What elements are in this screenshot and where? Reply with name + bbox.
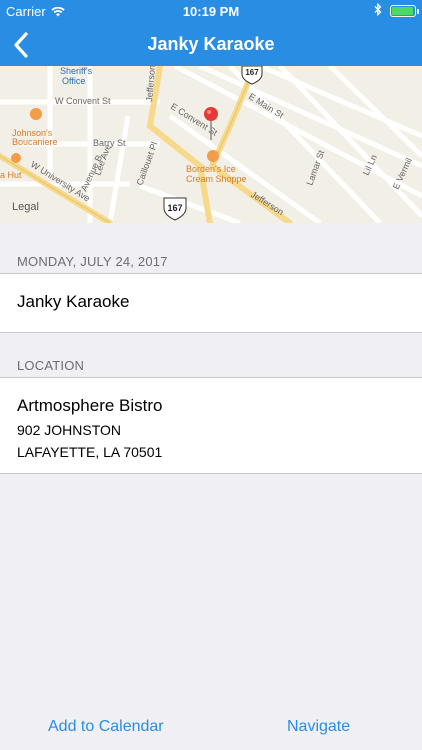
restaurant-poi-icon[interactable] (30, 108, 42, 120)
svg-text:Cream Shoppe: Cream Shoppe (186, 174, 247, 184)
navigate-button[interactable]: Navigate (287, 718, 350, 736)
event-name-cell: Janky Karaoke (0, 273, 422, 333)
route-167-shield-icon: 167 (163, 197, 187, 221)
svg-text:167: 167 (245, 68, 259, 77)
svg-text:Caillouet Pl: Caillouet Pl (134, 140, 159, 186)
bluetooth-icon (374, 3, 382, 16)
svg-text:Sheriff's: Sheriff's (60, 66, 93, 76)
navigation-bar: Carrier 10:19 PM Janky Karaoke (0, 0, 422, 66)
address-line-1: 902 JOHNSTON (17, 422, 121, 438)
location-cell: Artmosphere Bistro 902 JOHNSTON LAFAYETT… (0, 377, 422, 474)
location-pin-icon[interactable] (202, 106, 220, 142)
svg-text:a Hut: a Hut (0, 170, 22, 180)
date-header: MONDAY, JULY 24, 2017 (17, 254, 168, 269)
event-name: Janky Karaoke (17, 292, 130, 311)
map-view[interactable]: 167 167 Sheriff's Office W Convent St Jo… (0, 66, 422, 223)
svg-text:Office: Office (62, 76, 85, 86)
map-legal-link[interactable]: Legal (12, 201, 39, 213)
svg-text:167: 167 (167, 203, 182, 213)
status-bar: Carrier 10:19 PM (0, 0, 422, 22)
ice-cream-poi-icon[interactable] (207, 150, 219, 162)
venue-name: Artmosphere Bistro (17, 396, 163, 415)
add-to-calendar-button[interactable]: Add to Calendar (48, 718, 164, 736)
svg-text:W Convent St: W Convent St (55, 96, 111, 106)
svg-text:Borden's Ice: Borden's Ice (186, 164, 236, 174)
svg-text:Boucaniere: Boucaniere (12, 137, 58, 147)
svg-text:Lamar St: Lamar St (304, 148, 326, 186)
location-header: LOCATION (17, 358, 85, 373)
status-time: 10:19 PM (182, 4, 240, 19)
battery-icon (390, 5, 419, 17)
bottom-toolbar: Add to Calendar Navigate (0, 706, 422, 750)
page-title: Janky Karaoke (147, 34, 275, 54)
map-canvas: 167 167 Sheriff's Office W Convent St Jo… (0, 66, 422, 223)
restaurant-poi-icon[interactable] (11, 153, 21, 163)
address-line-2: LAFAYETTE, LA 70501 (17, 444, 163, 460)
